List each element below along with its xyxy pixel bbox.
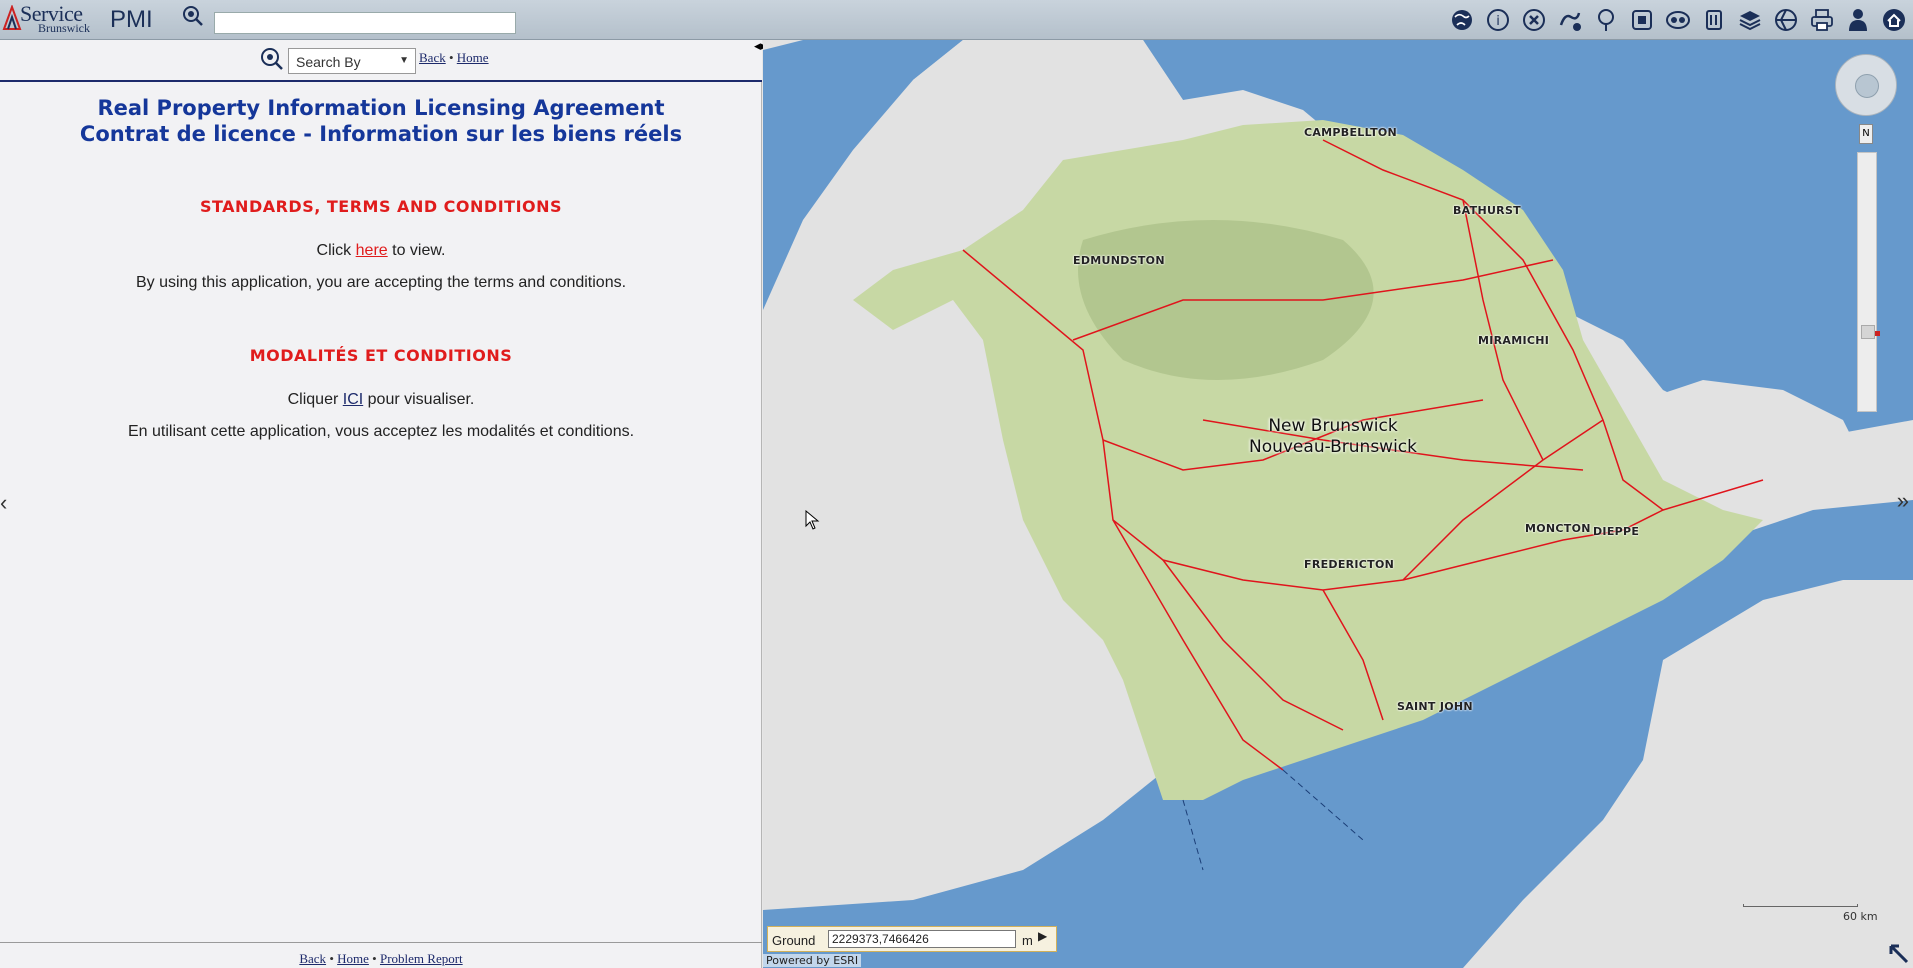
map-toolbar: i [1447,4,1909,36]
coordinate-input[interactable] [828,930,1016,948]
city-label: MONCTON [1525,522,1591,535]
click-prefix: Click [316,242,352,259]
globe-icon[interactable] [1447,5,1477,35]
layers-icon[interactable] [1735,5,1765,35]
city-label: CAMPBELLTON [1304,126,1398,139]
home-icon[interactable] [1879,5,1909,35]
section-heading-en: STANDARDS, TERMS AND CONDITIONS [199,197,563,216]
footer-home-link[interactable]: Home [337,951,369,966]
back-link[interactable]: Back [419,50,446,65]
north-button[interactable]: N [1859,124,1873,144]
clear-icon[interactable] [1519,5,1549,35]
go-arrow-icon[interactable]: ▶ [1038,929,1047,943]
coordinate-box: Ground m ▶ [767,926,1057,952]
user-icon[interactable] [1843,5,1873,35]
terms-link-fr[interactable]: ICI [343,391,363,408]
page-title-fr: Contrat de licence - Information sur les… [79,122,683,146]
expand-right-arrow-icon[interactable]: » [1897,488,1909,514]
coord-unit: m [1022,933,1033,948]
search-by-select[interactable]: Search By ▼ [288,48,416,74]
zoom-slider-track[interactable] [1857,152,1880,412]
search-icon[interactable] [181,4,205,28]
footer-back-link[interactable]: Back [299,951,326,966]
compass-center-icon [1855,74,1879,98]
left-panel-footer: Back • Home • Problem Report [0,942,762,968]
page-title-en: Real Property Information Licensing Agre… [97,96,665,120]
map-navigation-control: N [1835,54,1897,414]
service-nb-logo[interactable]: Service Brunswick [2,1,98,35]
city-label: MIRAMICHI [1478,334,1550,347]
scale-bar [1743,898,1858,912]
pan-hand-icon[interactable] [1861,325,1875,339]
city-label: FREDERICTON [1304,558,1395,571]
map-view[interactable]: CAMPBELLTON BATHURST EDMUNDSTON MIRAMICH… [763,40,1913,968]
app-name: PMI [110,6,153,33]
identify-icon[interactable]: i [1483,5,1513,35]
header-links: Back • Home [419,50,489,66]
svg-text:i: i [1496,14,1500,29]
problem-report-link[interactable]: Problem Report [380,951,463,966]
top-search-input[interactable] [214,12,516,34]
pushpin-icon[interactable] [1591,5,1621,35]
city-label: DIEPPE [1593,525,1640,538]
left-panel: Search By ▼ Back • Home Real Property In… [0,40,762,968]
cliquer-prefix: Cliquer [287,391,339,408]
top-bar: Service Brunswick PMI i [0,0,1913,40]
extent-icon[interactable] [1627,5,1657,35]
agreement-content: Real Property Information Licensing Agre… [0,95,762,441]
search-icon[interactable] [259,46,285,72]
home-link[interactable]: Home [457,50,489,65]
powered-by-label: Powered by ESRI [763,954,862,967]
legend-icon[interactable] [1699,5,1729,35]
chevron-down-icon: ▼ [399,55,409,66]
mouse-cursor-icon [805,510,820,530]
accept-text-fr: En utilisant cette application, vous acc… [127,423,635,440]
province-label: New Brunswick Nouveau-Brunswick [1203,416,1463,458]
separator: • [448,50,454,65]
basemap-drawing [763,40,1913,968]
accept-text-en: By using this application, you are accep… [135,274,627,291]
province-label-en: New Brunswick [1268,416,1398,436]
city-label: SAINT JOHN [1397,700,1473,713]
pan-compass[interactable] [1835,54,1897,116]
overview-icon[interactable] [1663,5,1693,35]
basemap-icon[interactable] [1771,5,1801,35]
separator: • [329,951,334,966]
separator: • [372,951,377,966]
coord-label: Ground [772,933,816,948]
cliquer-suffix: pour visualiser. [367,391,475,408]
terms-link-en[interactable]: here [356,242,388,259]
brand-line2: Brunswick [38,21,90,35]
measure-icon[interactable] [1555,5,1585,35]
scale-label: 60 km [1843,910,1878,923]
resize-corner-icon[interactable] [1887,942,1911,966]
left-panel-header: Search By ▼ Back • Home [0,40,762,82]
province-label-fr: Nouveau-Brunswick [1248,437,1417,457]
print-icon[interactable] [1807,5,1837,35]
click-to-view-fr: Cliquer ICI pour visualiser. [0,391,762,409]
search-by-label: Search By [296,54,361,70]
section-heading-fr: MODALITÉS ET CONDITIONS [249,346,513,365]
city-label: BATHURST [1453,204,1521,217]
city-label: EDMUNDSTON [1073,254,1165,267]
collapse-left-arrow-icon[interactable]: ‹ [0,490,7,516]
logo-mark-icon [2,5,22,30]
click-suffix: to view. [392,242,446,259]
click-to-view-en: Click here to view. [0,242,762,260]
